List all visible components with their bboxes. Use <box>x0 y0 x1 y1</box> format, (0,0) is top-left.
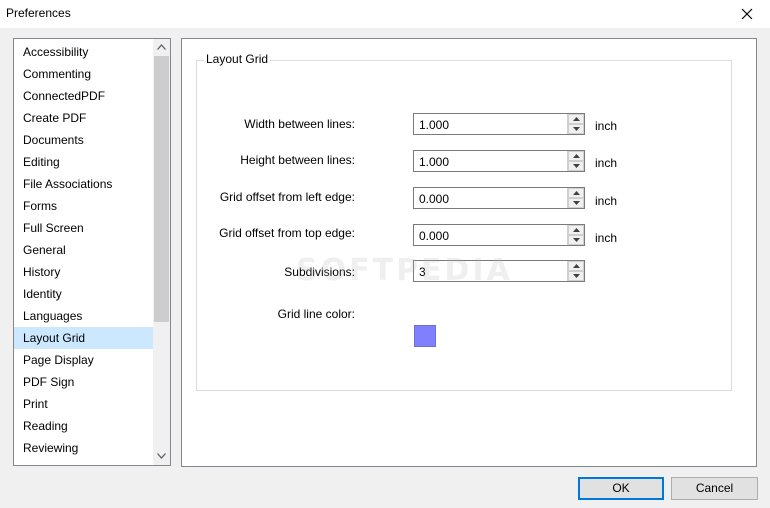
category-item-create-pdf[interactable]: Create PDF <box>14 107 154 129</box>
spin-up-icon <box>573 264 580 268</box>
offset-left-unit: inch <box>595 194 618 208</box>
width-spin-buttons <box>567 114 584 134</box>
chevron-down-icon <box>157 453 166 459</box>
category-item-page-display[interactable]: Page Display <box>14 349 154 371</box>
category-item-pdf-sign[interactable]: PDF Sign <box>14 371 154 393</box>
close-icon <box>741 8 753 20</box>
height-unit: inch <box>595 156 618 170</box>
height-decrement[interactable] <box>568 161 584 171</box>
offset-left-value[interactable]: 0.000 <box>419 192 449 206</box>
close-button[interactable] <box>724 0 770 28</box>
spin-up-icon <box>573 191 580 195</box>
category-scrollbar[interactable] <box>153 39 170 465</box>
height-stepper[interactable]: 1.000 <box>413 150 585 172</box>
offset-top-stepper[interactable]: 0.000 <box>413 224 585 246</box>
spin-down-icon <box>573 164 580 168</box>
offset-top-unit: inch <box>595 231 618 245</box>
offset-left-decrement[interactable] <box>568 198 584 208</box>
category-item-full-screen[interactable]: Full Screen <box>14 217 154 239</box>
category-item-reviewing[interactable]: Reviewing <box>14 437 154 459</box>
category-list[interactable]: Accessibility Commenting ConnectedPDF Cr… <box>13 38 171 466</box>
category-item-general[interactable]: General <box>14 239 154 261</box>
offset-top-decrement[interactable] <box>568 235 584 245</box>
offset-top-increment[interactable] <box>568 225 584 235</box>
offset-left-label: Grid offset from left edge: <box>219 190 355 204</box>
category-item-documents[interactable]: Documents <box>14 129 154 151</box>
spin-down-icon <box>573 201 580 205</box>
spin-down-icon <box>573 274 580 278</box>
height-increment[interactable] <box>568 151 584 161</box>
scroll-down-button[interactable] <box>153 448 170 465</box>
spin-down-icon <box>573 127 580 131</box>
height-value[interactable]: 1.000 <box>419 155 449 169</box>
width-value[interactable]: 1.000 <box>419 118 449 132</box>
spin-up-icon <box>573 228 580 232</box>
spin-up-icon <box>573 154 580 158</box>
category-item-layout-grid[interactable]: Layout Grid <box>14 327 154 349</box>
category-item-identity[interactable]: Identity <box>14 283 154 305</box>
offset-left-spin-buttons <box>567 188 584 208</box>
height-label: Height between lines: <box>240 153 355 167</box>
category-item-connectedpdf[interactable]: ConnectedPDF <box>14 85 154 107</box>
subdivisions-spin-buttons <box>567 261 584 281</box>
category-item-commenting[interactable]: Commenting <box>14 63 154 85</box>
width-stepper[interactable]: 1.000 <box>413 113 585 135</box>
chevron-up-icon <box>157 44 166 50</box>
offset-top-value[interactable]: 0.000 <box>419 229 449 243</box>
cancel-button[interactable]: Cancel <box>671 477 758 500</box>
scroll-thumb[interactable] <box>154 56 169 322</box>
category-item-accessibility[interactable]: Accessibility <box>14 41 154 63</box>
window-title: Preferences <box>6 6 71 20</box>
spin-up-icon <box>573 117 580 121</box>
category-item-print[interactable]: Print <box>14 393 154 415</box>
subdivisions-increment[interactable] <box>568 261 584 271</box>
watermark: SOFTPEDIA <box>296 253 513 288</box>
category-item-forms[interactable]: Forms <box>14 195 154 217</box>
grid-color-swatch[interactable] <box>414 325 436 347</box>
spin-down-icon <box>573 238 580 242</box>
grid-color-label: Grid line color: <box>277 307 355 321</box>
width-increment[interactable] <box>568 114 584 124</box>
category-item-reading[interactable]: Reading <box>14 415 154 437</box>
width-label: Width between lines: <box>244 117 355 131</box>
width-unit: inch <box>595 119 618 133</box>
category-item-editing[interactable]: Editing <box>14 151 154 173</box>
category-item-history[interactable]: History <box>14 261 154 283</box>
width-decrement[interactable] <box>568 124 584 134</box>
offset-top-label: Grid offset from top edge: <box>219 226 355 240</box>
subdivisions-decrement[interactable] <box>568 271 584 281</box>
title-bar: Preferences <box>0 0 770 28</box>
category-items: Accessibility Commenting ConnectedPDF Cr… <box>14 41 154 459</box>
offset-top-spin-buttons <box>567 225 584 245</box>
offset-left-stepper[interactable]: 0.000 <box>413 187 585 209</box>
ok-button[interactable]: OK <box>578 477 664 500</box>
height-spin-buttons <box>567 151 584 171</box>
category-item-file-associations[interactable]: File Associations <box>14 173 154 195</box>
scroll-up-button[interactable] <box>153 39 170 56</box>
category-item-languages[interactable]: Languages <box>14 305 154 327</box>
layout-grid-group: Layout Grid Width between lines: 1.000 i… <box>196 52 732 391</box>
group-title: Layout Grid <box>204 52 271 66</box>
offset-left-increment[interactable] <box>568 188 584 198</box>
